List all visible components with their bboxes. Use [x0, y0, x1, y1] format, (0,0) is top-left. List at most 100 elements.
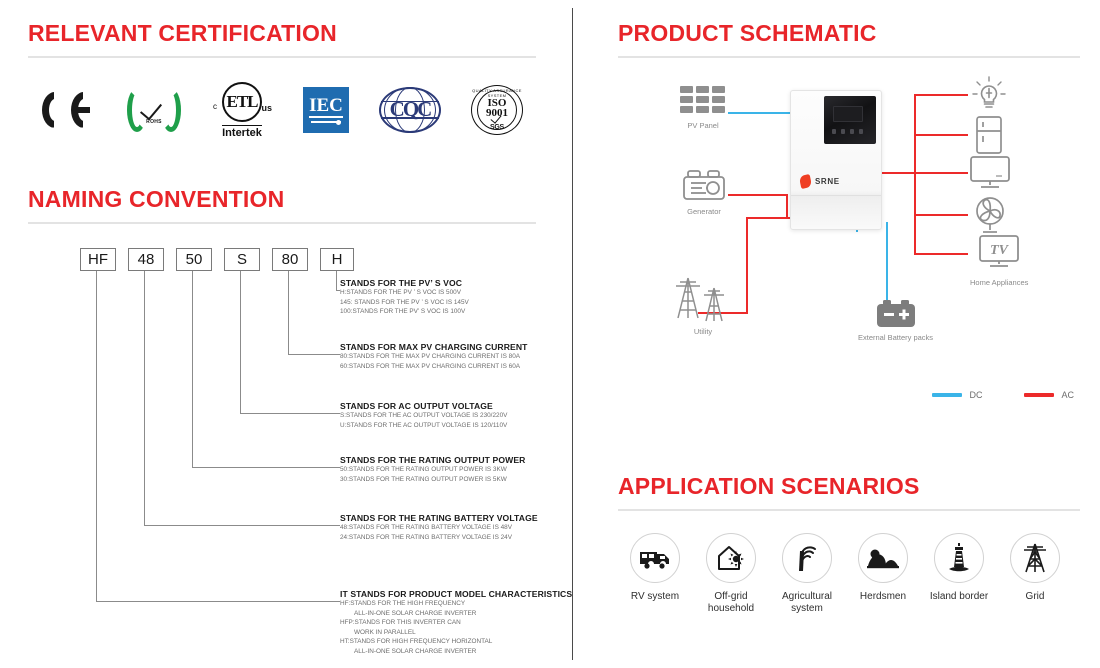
description-line: HF:STANDS FOR THE HIGH FREQUENCY [340, 600, 466, 607]
certification-section: RELEVANT CERTIFICATION ROHS c ETL us Int… [28, 20, 536, 139]
leader-hf-vertical [96, 271, 97, 601]
description-line: 24:STANDS FOR THE RATING BATTERY VOLTAGE… [340, 533, 512, 541]
description-line: WORK IN PARALLEL [354, 628, 416, 636]
description-heading: STANDS FOR THE RATING OUTPUT POWER [340, 455, 526, 465]
description-line: ALL-IN-ONE SOLAR CHARGE INVERTER [354, 647, 477, 655]
generator-label: Generator [687, 207, 721, 216]
description-line: U:STANDS FOR THE AC OUTPUT VOLTAGE IS 12… [340, 421, 508, 429]
scenario-island-border: Island border [928, 533, 990, 615]
description-product-model-characteristics: IT STANDS FOR PRODUCT MODEL CHARACTERIST… [340, 589, 595, 657]
application-scenarios-section: APPLICATION SCENARIOS RV system Off-grid… [618, 473, 1080, 615]
iso-arc-text: QUALITY ASSURANCE SYSTEM [472, 87, 522, 98]
description-line: 100:STANDS FOR THE PV’ S VOC IS 100V [340, 308, 466, 316]
appliance-tv: TV Home Appliances [970, 235, 1028, 287]
scenario-label: Agricultural system [781, 591, 833, 614]
description-line: 30:STANDS FOR THE RATING OUTPUT POWER IS… [340, 475, 507, 483]
wire-ac-generator-vertical [786, 194, 788, 217]
legend-ac-label: AC [1061, 390, 1074, 400]
description-heading: IT STANDS FOR PRODUCT MODEL CHARACTERIST… [340, 589, 573, 599]
description-heading: STANDS FOR AC OUTPUT VOLTAGE [340, 401, 493, 411]
scenario-label: RV system [630, 591, 680, 602]
inverter-button[interactable] [841, 129, 845, 134]
appliance-bulb [970, 76, 1008, 112]
battery-label: External Battery packs [858, 333, 934, 342]
fan-icon [976, 197, 1004, 233]
wire-ac-fan [914, 214, 968, 216]
description-max-pv-current: STANDS FOR MAX PV CHARGING CURRENT 80:ST… [340, 342, 595, 371]
scenario-herdsmen: Herdsmen [852, 533, 914, 615]
leader-50-vertical [192, 271, 193, 467]
lighthouse-icon [949, 543, 969, 572]
srne-brand-label: SRNE [815, 177, 840, 186]
description-line: 80:STANDS FOR THE MAX PV CHARGING CURREN… [340, 353, 521, 360]
legend-dc-label: DC [969, 390, 983, 400]
leader-50-horizontal [192, 467, 340, 468]
rohs-mark: ROHS [127, 86, 181, 134]
iso-mark: QUALITY ASSURANCE SYSTEM ISO 9001 SGS [471, 84, 523, 135]
light-bulb-icon [972, 76, 1006, 108]
schematic-rule [618, 56, 1080, 58]
code-box-hf: HF [80, 248, 116, 271]
inverter-lcd [833, 106, 863, 122]
leader-48-horizontal [144, 525, 340, 526]
iec-dot [336, 119, 341, 125]
leader-h-vertical [336, 271, 337, 290]
intertek-label: Intertek [222, 125, 262, 139]
naming-title: NAMING CONVENTION [28, 186, 285, 212]
utility-tower-icon [676, 277, 724, 322]
monitor-icon [970, 156, 1010, 188]
leader-hf-horizontal [96, 601, 340, 602]
wire-ac-bulb [914, 94, 968, 96]
appliance-fan [972, 196, 1008, 234]
battery-node: External Battery packs [858, 300, 933, 342]
herdsmen-icon [867, 549, 899, 569]
datasheet-page: RELEVANT CERTIFICATION ROHS c ETL us Int… [0, 0, 1100, 668]
description-line: 48:STANDS FOR THE RATING BATTERY VOLTAGE… [340, 524, 512, 531]
inverter-button[interactable] [859, 129, 863, 134]
generator-icon [683, 170, 725, 200]
scenario-rv-system: RV system [624, 533, 686, 615]
refrigerator-icon [976, 116, 1002, 154]
scenario-off-grid-household: Off-grid household [700, 533, 762, 615]
scenario-label: Island border [929, 591, 989, 602]
srne-logo-icon [798, 173, 813, 190]
wire-ac-fridge [914, 134, 968, 136]
rohs-label: ROHS [146, 118, 162, 125]
naming-convention-section: NAMING CONVENTION HF 48 50 S 80 H STANDS… [28, 186, 572, 655]
inverter-button[interactable] [850, 129, 854, 134]
etl-us-label: us [261, 103, 272, 113]
etl-c-label: c [213, 102, 217, 111]
wire-ac-appliance-bus-feed [882, 172, 916, 174]
product-schematic-section: PRODUCT SCHEMATIC PV Panel Generator Uti… [618, 20, 1080, 412]
appliance-monitor [970, 156, 1010, 190]
home-appliances-label: Home Appliances [970, 278, 1029, 287]
ce-e-glyph [71, 92, 97, 128]
pv-panel-label: PV Panel [687, 121, 719, 130]
certification-title: RELEVANT CERTIFICATION [28, 20, 337, 46]
legend-dc-swatch [932, 393, 963, 397]
cqc-label: CQC [389, 97, 433, 121]
legend-ac-swatch [1024, 393, 1055, 397]
naming-diagram: HF 48 50 S 80 H STANDS FOR THE PV’ S VOC… [50, 248, 595, 655]
leader-80-vertical [288, 271, 289, 354]
etl-intertek-mark: c ETL us Intertek [211, 80, 273, 139]
description-pv-voc: STANDS FOR THE PV’ S VOC H:STANDS FOR TH… [340, 278, 595, 317]
sgs-label: SGS [490, 123, 504, 131]
battery-pack-icon [876, 300, 915, 327]
scenario-grid: Grid [1004, 533, 1066, 615]
code-box-h: H [320, 248, 354, 271]
legend-ac: AC [1024, 390, 1074, 400]
rv-icon [640, 552, 669, 569]
code-box-50: 50 [176, 248, 212, 271]
leader-s-vertical [240, 271, 241, 413]
appliance-fridge [974, 116, 1004, 154]
utility-node: Utility [674, 274, 732, 336]
svg-text:TV: TV [990, 243, 1010, 258]
scenarios-list: RV system Off-grid household Agricultura… [618, 533, 1080, 615]
leader-s-horizontal [240, 413, 340, 414]
iec-label: IEC [309, 95, 343, 118]
scenarios-rule [618, 509, 1080, 511]
inverter-button[interactable] [832, 129, 836, 134]
description-heading: STANDS FOR THE PV’ S VOC [340, 278, 463, 288]
description-line: H:STANDS FOR THE PV ’ S VOC IS 500V [340, 289, 461, 296]
